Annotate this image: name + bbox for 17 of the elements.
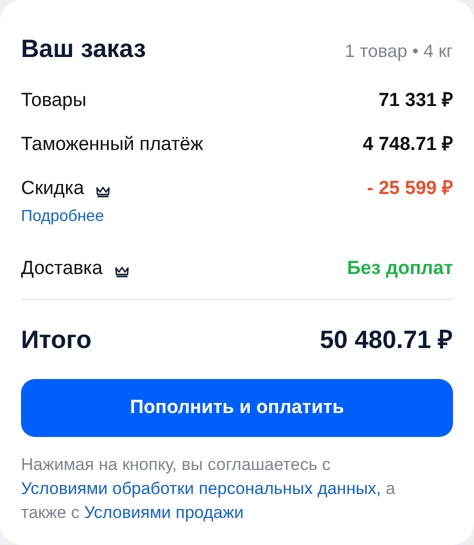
row-value: 71 331 ₽ — [378, 89, 453, 114]
card-title: Ваш заказ — [21, 34, 146, 65]
row-label: Таможенный платёж — [21, 133, 204, 158]
order-summary: 1 товар • 4 кг — [344, 40, 453, 63]
terms-link[interactable]: Условиями продажи — [84, 503, 244, 522]
row-label: Доставка — [21, 257, 103, 282]
consent-text: Нажимая на кнопку, вы соглашаетесь с Условиями обработки персональных данных, а также с Условиями продажи — [21, 454, 396, 524]
pay-button[interactable]: Пополнить и оплатить — [21, 379, 453, 437]
terms-link[interactable]: Условиями обработки персональных данных, — [21, 479, 382, 498]
details-link[interactable]: Подробнее — [21, 204, 104, 228]
total-value: 50 480.71 ₽ — [320, 324, 453, 356]
row-value: - 25 599 ₽ — [367, 177, 453, 202]
row-label: Скидка — [21, 177, 84, 202]
row-value: 4 748.71 ₽ — [362, 133, 453, 158]
row-label: Товары — [21, 89, 86, 114]
row-value: Без доплат — [346, 257, 453, 282]
total-label: Итого — [21, 324, 92, 356]
